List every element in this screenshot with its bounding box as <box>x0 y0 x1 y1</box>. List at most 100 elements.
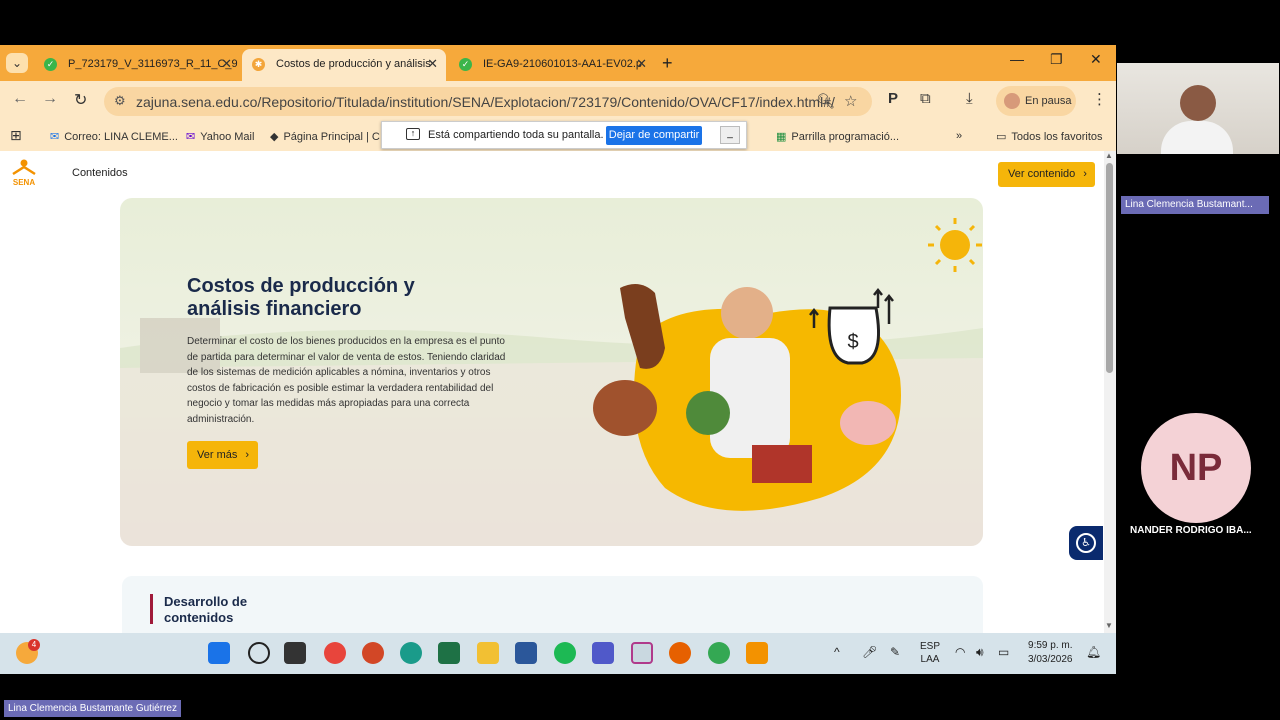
outlook-icon: ✉ <box>50 131 60 143</box>
bookmark-correo[interactable]: ✉ Correo: LINA CLEME... <box>50 130 178 143</box>
reload-icon[interactable]: ↻ <box>74 90 87 110</box>
section-accent-bar <box>150 594 153 624</box>
spotify-icon[interactable] <box>554 642 576 664</box>
vegetable-cart-icon <box>752 445 812 483</box>
keyboard-layout: LAA <box>920 654 940 665</box>
tab-1[interactable]: ✓ P_723179_V_3116973_R_11_C_9 ✕ <box>34 49 240 81</box>
tab-2-label: Costos de producción y análisis <box>276 58 431 70</box>
see-more-label: Ver más <box>197 449 238 461</box>
profile-button[interactable]: En pausa <box>996 86 1076 116</box>
plant-pot-icon <box>686 391 730 435</box>
sena-logo: SENA <box>12 159 36 187</box>
view-content-button[interactable]: Ver contenido › <box>998 162 1095 187</box>
contents-menu-link[interactable]: Contenidos <box>72 167 128 179</box>
share-status-text: Está compartiendo toda su pantalla. <box>428 129 604 141</box>
see-more-button[interactable]: Ver más › <box>187 441 258 469</box>
download-icon[interactable]: ⤓ <box>966 90 973 107</box>
bookmark-label: Todos los favoritos <box>1011 131 1103 143</box>
share-screen-icon: ↑ <box>406 128 420 140</box>
bookmark-pagina-principal[interactable]: ◆ Página Principal | C <box>270 130 380 143</box>
date: 3/03/2026 <box>1028 654 1073 665</box>
tab-search-button[interactable]: ⌄ <box>6 53 28 73</box>
chevron-right-icon: › <box>1083 168 1087 180</box>
accessibility-button[interactable]: ♿︎ <box>1069 526 1103 560</box>
tab-bar: ⌄ ✓ P_723179_V_3116973_R_11_C_9 ✕ ✱ Cost… <box>0 45 1116 81</box>
teams-icon[interactable] <box>592 642 614 664</box>
extension-p-icon[interactable]: P <box>888 90 898 107</box>
extensions-icon[interactable]: ⧉ <box>920 90 931 107</box>
close-icon[interactable]: ✕ <box>427 49 438 79</box>
pen-icon[interactable]: ✎ <box>890 645 900 659</box>
powerpoint-icon[interactable] <box>362 642 384 664</box>
scrollbar-thumb[interactable] <box>1106 163 1113 373</box>
bookmark-label: Página Principal | C <box>283 131 380 143</box>
accessibility-icon: ♿︎ <box>1076 533 1096 553</box>
screen: { "tabs":[ {"label":"P_723179_V_3116973_… <box>0 0 1280 720</box>
word-icon[interactable] <box>515 642 537 664</box>
shield-icon: ◆ <box>270 131 279 143</box>
pig-icon <box>840 401 896 445</box>
star-icon[interactable]: ☆ <box>844 92 857 110</box>
all-bookmarks[interactable]: ▭ Todos los favoritos <box>996 130 1103 143</box>
zoom-search-icon[interactable]: 🔍︎ <box>816 92 835 110</box>
restore-icon[interactable]: ❐ <box>1050 51 1063 68</box>
start-icon[interactable] <box>208 642 230 664</box>
file-explorer-icon[interactable] <box>477 642 499 664</box>
task-view-icon[interactable] <box>284 642 306 664</box>
window-close-icon[interactable]: ✕ <box>1090 51 1102 68</box>
tab-1-label: P_723179_V_3116973_R_11_C_9 <box>68 58 238 70</box>
hero-description: Determinar el costo de los bienes produc… <box>187 336 506 425</box>
scroll-up-icon[interactable]: ▲ <box>1105 151 1113 160</box>
tab-3[interactable]: ✓ IE-GA9-210601013-AA1-EV02.p ✕ <box>449 49 655 81</box>
content-section: Desarrollo de contenidos <box>122 576 983 633</box>
tray-overflow-icon[interactable]: ^ <box>834 645 840 659</box>
snipping-tool-icon[interactable] <box>631 642 653 664</box>
participant-name: NANDER RODRIGO IBA... <box>1130 525 1252 536</box>
notification-icon[interactable]: 🔔︎ <box>1086 645 1101 659</box>
search-icon[interactable] <box>248 642 270 664</box>
screen-share-bar: ↑ Está compartiendo toda su pantalla. De… <box>381 121 747 149</box>
bookmark-parrilla[interactable]: ▦ Parrilla programació... <box>776 130 899 143</box>
volume-icon[interactable]: 🔊︎ <box>976 645 984 660</box>
new-tab-icon[interactable]: + <box>662 53 673 74</box>
app-hexagon-icon[interactable] <box>746 642 768 664</box>
wifi-icon[interactable]: ◠ <box>955 645 965 659</box>
tab-2-active[interactable]: ✱ Costos de producción y análisis ✕ <box>242 49 446 81</box>
profile-label: En pausa <box>1025 95 1072 107</box>
edge-icon[interactable] <box>400 642 422 664</box>
close-icon[interactable]: ✕ <box>636 49 647 79</box>
close-icon[interactable]: ✕ <box>221 49 232 79</box>
chrome-profile-icon[interactable] <box>708 642 730 664</box>
forward-icon[interactable]: → <box>42 90 58 108</box>
more-bookmarks-icon[interactable]: » <box>956 130 962 142</box>
browser-window: ⌄ ✓ P_723179_V_3116973_R_11_C_9 ✕ ✱ Cost… <box>0 45 1116 633</box>
sheets-icon: ▦ <box>776 131 787 143</box>
chrome-icon[interactable] <box>324 642 346 664</box>
page-scrollbar[interactable]: ▲ ▼ <box>1104 151 1116 633</box>
battery-icon[interactable]: ▭ <box>998 645 1009 659</box>
minimize-icon[interactable]: — <box>1010 51 1024 67</box>
participant-avatar: NP <box>1141 413 1251 523</box>
active-speaker-name: Lina Clemencia Bustamante Gutiérrez <box>4 700 181 717</box>
clock[interactable]: 9:59 p. m. 3/03/2026 <box>1028 639 1073 667</box>
back-icon[interactable]: ← <box>12 90 28 108</box>
hide-share-bar-button[interactable]: _ <box>720 126 740 144</box>
windows-taskbar: 4 ^ 🎤︎ ✎ ESP LAA ◠ 🔊︎ ▭ 9:59 p. m. 3/03/20… <box>0 633 1116 674</box>
chevron-right-icon: › <box>245 449 250 461</box>
bookmark-label: Yahoo Mail <box>200 131 255 143</box>
stop-sharing-button[interactable]: Dejar de compartir <box>606 126 702 145</box>
sun-icon <box>928 218 982 272</box>
microphone-icon[interactable]: 🎤︎ <box>862 645 877 659</box>
excel-icon[interactable] <box>438 642 460 664</box>
address-bar[interactable]: ⚙ zajuna.sena.edu.co/Repositorio/Titulad… <box>104 87 872 116</box>
site-info-icon[interactable]: ⚙ <box>114 93 126 109</box>
menu-kebab-icon[interactable]: ⋮ <box>1092 90 1107 108</box>
view-content-label: Ver contenido <box>1008 168 1076 180</box>
apps-grid-icon[interactable]: ⊞ <box>10 127 22 144</box>
bookmark-yahoo[interactable]: ✉ Yahoo Mail <box>186 130 254 143</box>
scroll-down-icon[interactable]: ▼ <box>1105 621 1113 630</box>
language-indicator[interactable]: ESP LAA <box>920 640 940 666</box>
tab-3-label: IE-GA9-210601013-AA1-EV02.p <box>483 58 642 70</box>
svg-text:SENA: SENA <box>13 178 35 187</box>
firefox-icon[interactable] <box>669 642 691 664</box>
